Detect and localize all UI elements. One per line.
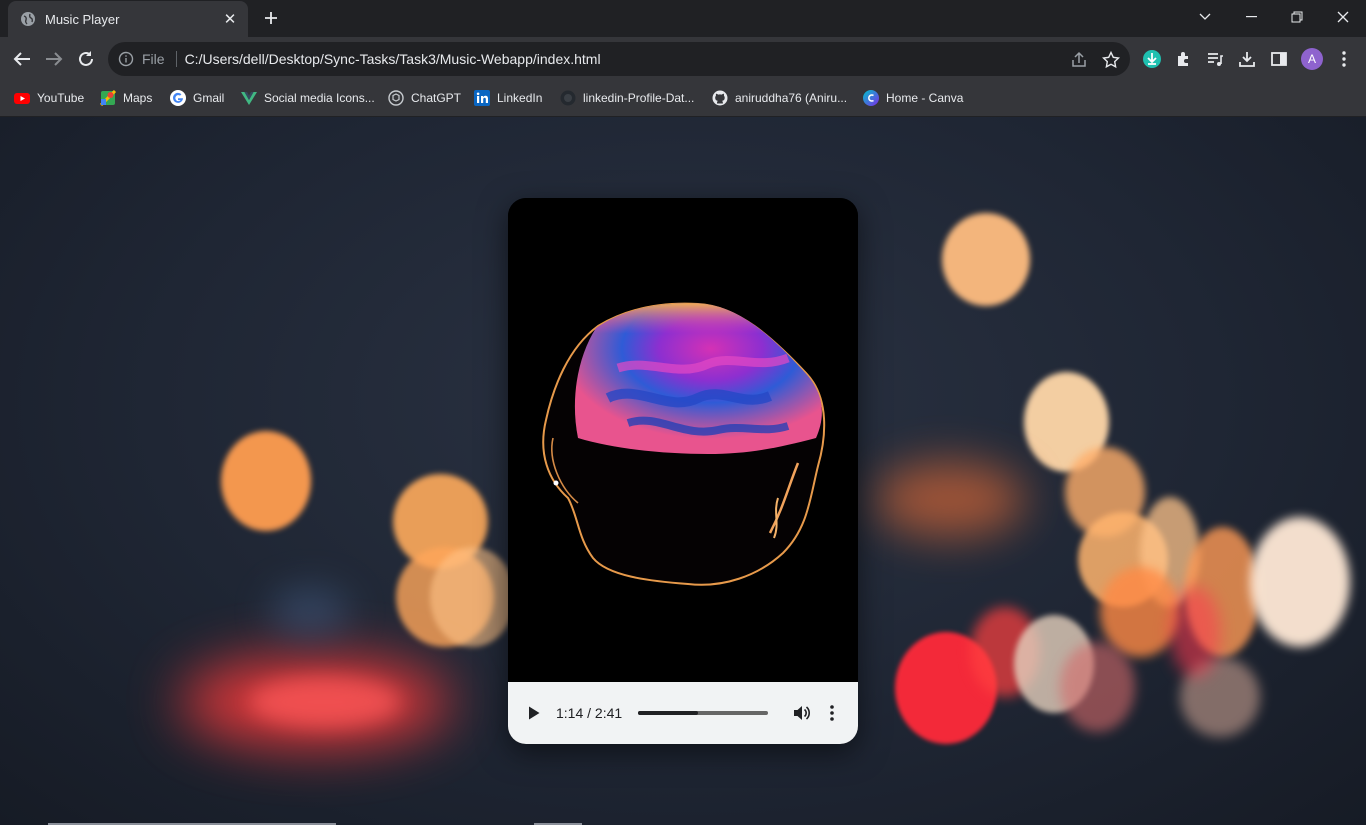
more-options-button[interactable] (824, 703, 840, 723)
youtube-icon (14, 90, 30, 106)
downloader-extension-icon[interactable] (1142, 49, 1162, 69)
minimize-icon (1245, 16, 1257, 18)
bookmark-linkedin[interactable]: LinkedIn (474, 89, 542, 107)
browser-toolbar: File C:/Users/dell/Desktop/Sync-Tasks/Ta… (0, 37, 1366, 81)
reload-button[interactable] (74, 47, 98, 71)
arrow-right-icon (46, 52, 63, 66)
forward-button[interactable] (42, 47, 66, 71)
volume-button[interactable] (792, 703, 812, 723)
tab-search-button[interactable] (1182, 0, 1228, 34)
volume-icon (794, 706, 811, 720)
page-viewport: 1:14 / 2:41 (0, 117, 1366, 825)
restore-button[interactable] (1274, 0, 1320, 34)
address-bar[interactable]: File C:/Users/dell/Desktop/Sync-Tasks/Ta… (108, 42, 1130, 76)
abstract-bubble-artwork (542, 302, 826, 586)
side-panel-icon[interactable] (1269, 49, 1289, 69)
bookmark-linkedin-profile-data[interactable]: linkedin-Profile-Dat... (560, 89, 694, 107)
address-divider (175, 51, 177, 67)
time-display: 1:14 / 2:41 (556, 705, 623, 721)
scheme-label: File (142, 51, 165, 67)
share-icon[interactable] (1070, 51, 1088, 69)
chatgpt-icon (388, 90, 404, 106)
browser-menu-icon[interactable] (1334, 49, 1354, 69)
bookmark-maps[interactable]: Maps (100, 89, 152, 107)
bookmark-chatgpt[interactable]: ChatGPT (388, 89, 461, 107)
info-icon[interactable] (118, 51, 134, 67)
github-dark-icon (560, 90, 576, 106)
bookmarks-bar: YouTube Maps Gmail Social media Icons...… (0, 81, 1366, 117)
downloads-icon[interactable] (1237, 49, 1257, 69)
minimize-button[interactable] (1228, 0, 1274, 34)
profile-avatar[interactable]: A (1301, 48, 1323, 70)
bookmark-star-icon[interactable] (1102, 51, 1120, 69)
bookmark-gmail[interactable]: Gmail (170, 89, 224, 107)
media-controls-icon[interactable] (1205, 49, 1225, 69)
globe-icon (20, 11, 36, 27)
github-icon (712, 90, 728, 106)
vue-icon (241, 90, 257, 106)
bookmark-canva[interactable]: Home - Canva (863, 89, 963, 107)
close-tab-icon[interactable]: ✕ (222, 10, 238, 28)
google-icon (170, 90, 186, 106)
reload-icon (79, 51, 93, 66)
seek-progress (638, 711, 698, 715)
audio-controls: 1:14 / 2:41 (508, 682, 858, 744)
restore-icon (1291, 11, 1303, 23)
close-window-button[interactable] (1320, 0, 1366, 34)
canva-icon (863, 90, 879, 106)
plus-icon (265, 12, 277, 24)
new-tab-button[interactable] (260, 7, 282, 29)
maps-icon (100, 90, 116, 106)
extensions-puzzle-icon[interactable] (1174, 49, 1194, 69)
close-icon (1337, 11, 1349, 23)
browser-titlebar: Music Player ✕ (0, 0, 1366, 37)
url-text[interactable]: C:/Users/dell/Desktop/Sync-Tasks/Task3/M… (185, 51, 601, 67)
bookmark-social-media-icons[interactable]: Social media Icons... (241, 89, 375, 107)
back-button[interactable] (10, 47, 34, 71)
tab-title: Music Player (45, 11, 120, 27)
music-player: 1:14 / 2:41 (508, 198, 858, 744)
album-artwork (508, 198, 858, 682)
browser-tab[interactable]: Music Player ✕ (8, 1, 248, 37)
chevron-down-icon (1199, 13, 1211, 20)
arrow-left-icon (13, 52, 30, 66)
bookmark-github-aniruddha76[interactable]: aniruddha76 (Aniru... (712, 89, 847, 107)
play-button[interactable] (524, 703, 544, 723)
bookmark-youtube[interactable]: YouTube (14, 89, 84, 107)
more-vertical-icon (830, 705, 834, 721)
linkedin-icon (474, 90, 490, 106)
seek-slider[interactable] (638, 711, 769, 715)
play-icon (529, 706, 540, 720)
